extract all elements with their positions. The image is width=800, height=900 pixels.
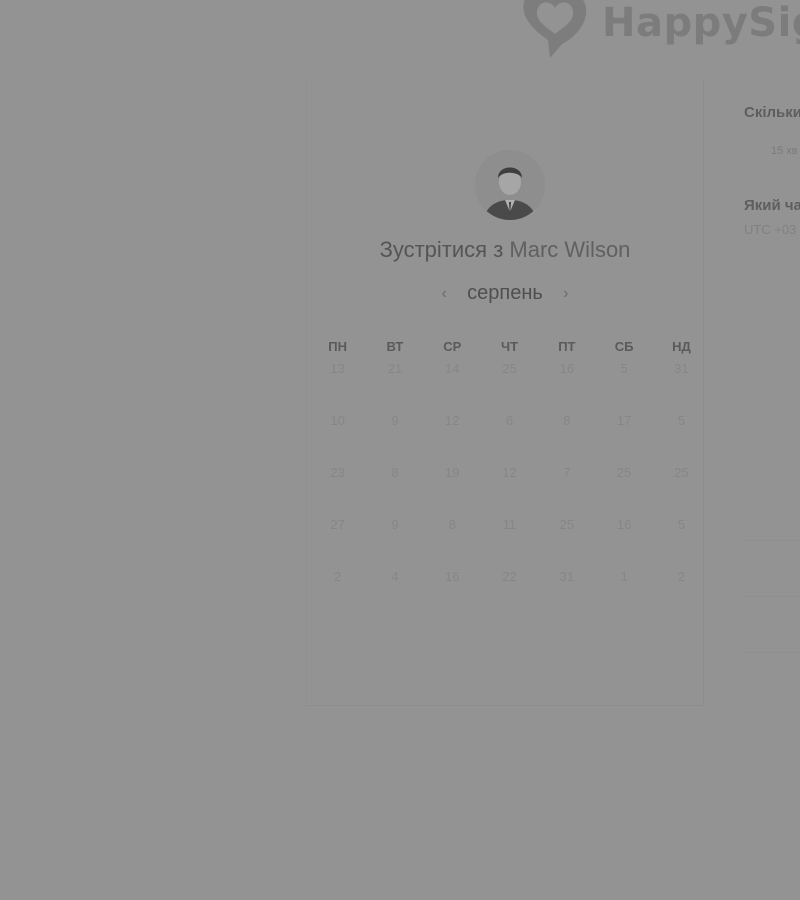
page-title: Зустрітися з Marc Wilson — [307, 237, 703, 263]
calendar-week: 23 8 19 12 7 25 25 — [309, 464, 710, 516]
calendar-day: 25 — [559, 517, 575, 532]
calendar-day: 4 — [391, 569, 399, 584]
brand-name: HappySig — [602, 0, 800, 46]
calendar-day: 11 — [502, 517, 517, 532]
weekday-label: НД — [672, 339, 691, 354]
title-prefix: Зустрітися з — [379, 237, 504, 262]
heart-chat-icon — [523, 0, 587, 58]
month-navigation: ‹ серпень › — [307, 282, 703, 305]
calendar-day: 7 — [563, 465, 571, 480]
calendar-day: 22 — [502, 569, 517, 584]
meeting-options-panel: Скільки 15 хв Який ча UTC +03 — [744, 104, 800, 237]
calendar-day: 16 — [559, 361, 575, 376]
calendar-day: 5 — [677, 413, 686, 428]
calendar-week: 2 4 16 22 31 1 2 — [309, 568, 710, 620]
calendar-day: 2 — [334, 569, 342, 584]
weekday-header: ПН ВТ СР ЧТ ПТ СБ НД — [309, 339, 710, 354]
chevron-left-icon[interactable]: ‹ — [435, 285, 453, 303]
timezone-selector[interactable]: UTC +03 — [744, 222, 800, 237]
duration-question: Скільки — [744, 104, 800, 121]
calendar-day: 25 — [674, 465, 689, 480]
calendar-grid: 13 21 14 25 16 5 31 10 9 12 6 8 17 5 23 … — [309, 360, 710, 620]
time-question: Який ча — [744, 197, 800, 214]
calendar-day: 25 — [616, 465, 632, 480]
calendar-day: 8 — [391, 465, 399, 480]
calendar-day: 12 — [502, 465, 517, 480]
calendar-day: 19 — [445, 465, 460, 480]
booking-calendar-card: Зустрітися з Marc Wilson ‹ серпень › ПН … — [306, 80, 704, 706]
calendar-day: 10 — [330, 413, 345, 428]
divider — [744, 652, 800, 653]
calendar-day: 5 — [620, 361, 628, 376]
weekday-label: ЧТ — [501, 339, 519, 354]
calendar-day: 8 — [448, 517, 456, 532]
weekday-label: СР — [443, 339, 462, 354]
calendar-day: 9 — [391, 517, 399, 532]
duration-option[interactable]: 15 хв — [771, 145, 800, 157]
page: HappySig Зустрітися з Marc Wilson ‹ серп… — [0, 0, 800, 900]
divider — [744, 596, 800, 597]
calendar-day: 25 — [502, 361, 517, 376]
calendar-week: 10 9 12 6 8 17 5 — [309, 412, 710, 464]
current-month: серпень — [467, 282, 543, 304]
calendar-day: 31 — [559, 569, 575, 584]
calendar-day: 13 — [330, 361, 345, 376]
weekday-label: ПТ — [558, 339, 576, 354]
weekday-label: ПН — [328, 339, 348, 354]
calendar-day: 1 — [620, 569, 628, 584]
calendar-day: 6 — [505, 413, 514, 428]
divider — [744, 540, 800, 541]
brand-logo: HappySig — [518, 0, 800, 60]
calendar-day: 14 — [445, 361, 460, 376]
calendar-day: 8 — [563, 413, 571, 428]
calendar-day: 21 — [387, 361, 403, 376]
calendar-day: 31 — [674, 361, 689, 376]
calendar-day: 12 — [445, 413, 460, 428]
calendar-day: 2 — [677, 569, 686, 584]
weekday-label: СБ — [614, 339, 634, 354]
calendar-day: 5 — [677, 517, 686, 532]
host-name: Marc Wilson — [509, 237, 631, 262]
chevron-right-icon[interactable]: › — [557, 285, 575, 303]
calendar-day: 16 — [445, 569, 460, 584]
calendar-day: 23 — [330, 465, 345, 480]
calendar-day: 17 — [616, 413, 632, 428]
calendar-day: 9 — [391, 413, 399, 428]
calendar-week: 27 9 8 11 25 16 5 — [309, 516, 710, 568]
weekday-label: ВТ — [386, 339, 404, 354]
calendar-week: 13 21 14 25 16 5 31 — [309, 360, 710, 412]
avatar — [475, 150, 545, 220]
host-photo — [475, 150, 545, 220]
calendar-day: 27 — [330, 517, 345, 532]
calendar-day: 16 — [616, 517, 632, 532]
